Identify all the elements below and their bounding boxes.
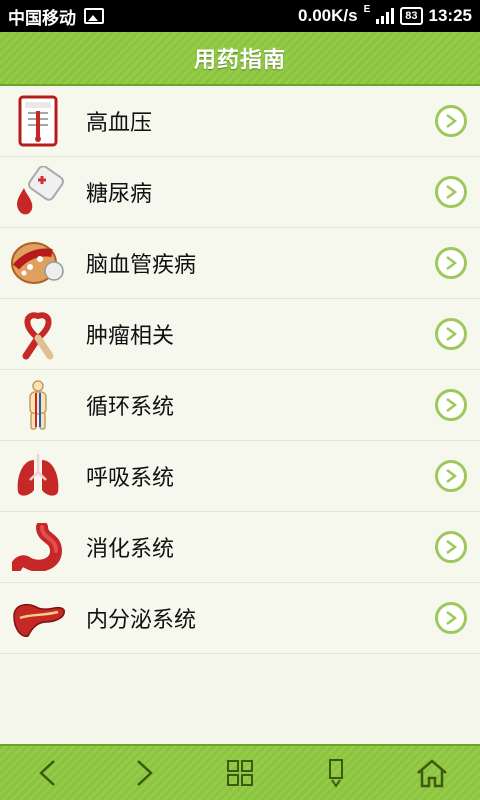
status-bar: 中国移动 0.00K/s E 83 13:25 (0, 0, 480, 32)
list-item-label: 呼吸系统 (86, 466, 175, 491)
image-notification-icon (84, 8, 104, 24)
chevron-left-icon (39, 760, 55, 786)
chevron-right-icon (137, 760, 153, 786)
list-item-label: 内分泌系统 (86, 608, 197, 633)
network-speed: 0.00K/s (298, 6, 358, 25)
network-type: E (363, 3, 371, 15)
awareness-ribbon-icon (8, 306, 68, 362)
lungs-icon (8, 448, 68, 504)
bottom-nav (0, 744, 480, 800)
list-item-oncology[interactable]: 肿瘤相关 (0, 299, 480, 370)
grid-button[interactable] (210, 748, 270, 798)
battery-icon: 83 (400, 7, 423, 25)
list-item-digestive[interactable]: 消化系统 (0, 512, 480, 583)
chevron-right-icon[interactable] (435, 247, 467, 279)
forward-button[interactable] (114, 748, 174, 798)
home-button[interactable] (402, 748, 462, 798)
phone-menu-icon (329, 759, 343, 788)
carrier-name: 中国移动 (8, 8, 76, 28)
chevron-right-icon[interactable] (435, 176, 467, 208)
category-list: 高血压 糖尿病 脑血管疾病 肿瘤相关 循环系统 呼吸系统 消化系统 内分泌系统 (0, 86, 480, 654)
list-item-respiratory[interactable]: 呼吸系统 (0, 441, 480, 512)
chevron-right-icon[interactable] (435, 389, 467, 421)
stomach-icon (8, 519, 68, 575)
chevron-right-icon[interactable] (435, 318, 467, 350)
chevron-right-icon[interactable] (435, 602, 467, 634)
status-right: 0.00K/s E 83 13:25 (298, 3, 472, 26)
list-item-hypertension[interactable]: 高血压 (0, 86, 480, 157)
blood-vessel-icon (8, 235, 68, 291)
list-item-circulatory[interactable]: 循环系统 (0, 370, 480, 441)
list-item-label: 消化系统 (86, 537, 175, 562)
grid-icon (227, 760, 253, 786)
signal-icon (376, 8, 395, 24)
chevron-right-icon[interactable] (435, 531, 467, 563)
list-item-endocrine[interactable]: 内分泌系统 (0, 583, 480, 654)
list-item-label: 循环系统 (86, 395, 175, 420)
clock: 13:25 (428, 6, 472, 25)
app-header: 用药指南 (0, 32, 480, 86)
list-item-cerebrovascular[interactable]: 脑血管疾病 (0, 228, 480, 299)
blood-drop-bag-icon (8, 164, 68, 220)
chevron-right-icon[interactable] (435, 460, 467, 492)
human-body-icon (8, 377, 68, 433)
page-title: 用药指南 (193, 48, 286, 73)
list-item-label: 糖尿病 (86, 182, 153, 207)
list-item-diabetes[interactable]: 糖尿病 (0, 157, 480, 228)
back-button[interactable] (18, 748, 78, 798)
home-icon (417, 759, 447, 788)
list-item-label: 肿瘤相关 (86, 324, 175, 349)
blood-pressure-chart-icon (8, 93, 68, 149)
chevron-right-icon[interactable] (435, 105, 467, 137)
phone-menu-button[interactable] (306, 748, 366, 798)
pancreas-icon (8, 590, 68, 646)
list-item-label: 高血压 (86, 111, 153, 136)
list-item-label: 脑血管疾病 (86, 253, 197, 278)
